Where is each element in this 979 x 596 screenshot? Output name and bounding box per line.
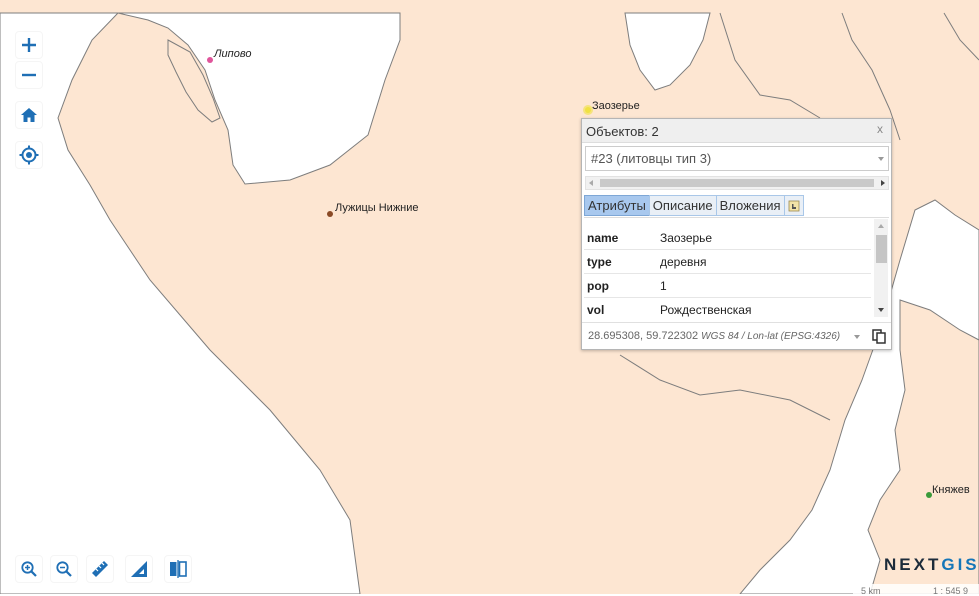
- place-marker-zaozerye[interactable]: [585, 107, 591, 113]
- object-select-value: #23 (литовцы тип 3): [591, 151, 712, 166]
- locate-button[interactable]: [16, 142, 42, 168]
- chevron-down-icon: [878, 157, 884, 161]
- measure-distance-button[interactable]: [87, 556, 113, 582]
- attribute-value: 1: [660, 279, 667, 293]
- coordinates-bar: 28.695308, 59.722302 WGS 84 / Lon-lat (E…: [582, 322, 891, 350]
- attribute-value: деревня: [660, 255, 707, 269]
- measure-area-button[interactable]: [126, 556, 152, 582]
- scrollbar-thumb[interactable]: [600, 179, 874, 187]
- close-icon[interactable]: x: [877, 122, 883, 136]
- zoom-in-box-button[interactable]: [16, 556, 42, 582]
- measure-distance-icon: [92, 561, 108, 577]
- copy-icon[interactable]: [872, 329, 886, 347]
- object-select[interactable]: #23 (литовцы тип 3): [585, 146, 889, 171]
- coordinates-value: 28.695308, 59.722302: [588, 330, 699, 342]
- place-label-knyazhev: Княжев: [932, 484, 970, 496]
- table-row: pop 1: [584, 274, 871, 298]
- place-label-zaozerye: Заозерье: [592, 100, 640, 112]
- scroll-down-icon[interactable]: [878, 308, 884, 312]
- table-row: type деревня: [584, 250, 871, 274]
- tab-extra[interactable]: [783, 195, 804, 216]
- zoom-out-box-button[interactable]: [51, 556, 77, 582]
- pointer-hand-icon: [788, 200, 799, 211]
- tab-divider: [584, 217, 889, 218]
- table-row: vol Рождественская: [584, 298, 871, 321]
- scale-distance: 5 km: [861, 586, 881, 596]
- home-button[interactable]: [16, 102, 42, 128]
- scrollbar-thumb[interactable]: [876, 235, 887, 263]
- measure-area-icon: [131, 561, 147, 577]
- home-icon: [21, 108, 37, 122]
- place-label-luzhitsy: Лужицы Нижние: [335, 202, 419, 214]
- place-marker-lipovo[interactable]: [207, 57, 213, 63]
- place-marker-luzhitsy[interactable]: [327, 211, 333, 217]
- crs-label[interactable]: WGS 84 / Lon-lat (EPSG:4326): [701, 331, 840, 342]
- attribute-value: Заозерье: [660, 231, 713, 245]
- place-label-lipovo: Липово: [214, 48, 252, 60]
- attribute-key: vol: [587, 303, 605, 317]
- scroll-right-icon[interactable]: [881, 180, 885, 186]
- attribute-key: name: [587, 231, 619, 245]
- plus-icon: [22, 38, 36, 52]
- scale-ratio: 1 : 545 9: [933, 586, 969, 596]
- nextgis-logo: NEXTGIS: [884, 555, 979, 574]
- tab-description[interactable]: Описание: [648, 195, 717, 216]
- vertical-scrollbar[interactable]: [874, 219, 888, 317]
- zoom-in-box-icon: [21, 561, 37, 577]
- crosshair-icon: [19, 145, 39, 165]
- swipe-compare-button[interactable]: [165, 556, 191, 582]
- tab-attachments[interactable]: Вложения: [715, 195, 785, 216]
- table-row: name Заозерье: [584, 226, 871, 250]
- scroll-up-icon[interactable]: [878, 224, 884, 228]
- attribute-table: name Заозерье type деревня pop 1 vol Рож…: [584, 226, 871, 321]
- tab-attributes[interactable]: Атрибуты: [584, 195, 650, 216]
- attribute-key: pop: [587, 279, 609, 293]
- scale-line: 5 km 1 : 545 9: [853, 584, 979, 596]
- scroll-left-icon[interactable]: [589, 180, 593, 186]
- coordinates-readout: 28.695308, 59.722302 WGS 84 / Lon-lat (E…: [588, 330, 850, 342]
- zoom-in-button[interactable]: [16, 32, 42, 58]
- zoom-out-button[interactable]: [16, 62, 42, 88]
- identify-popup[interactable]: Объектов: 2 x #23 (литовцы тип 3) Атрибу…: [581, 118, 892, 350]
- horizontal-scrollbar[interactable]: [585, 176, 889, 190]
- attribute-key: type: [587, 255, 612, 269]
- attribute-value: Рождественская: [660, 303, 752, 317]
- minus-icon: [22, 73, 36, 77]
- swipe-compare-icon: [170, 560, 187, 578]
- popup-title: Объектов: 2: [586, 124, 659, 139]
- popup-header: Объектов: 2 x: [582, 119, 891, 143]
- popup-tabs: Атрибуты Описание Вложения: [584, 195, 804, 216]
- zoom-out-box-icon: [56, 561, 72, 577]
- crs-dropdown-icon[interactable]: [854, 335, 860, 339]
